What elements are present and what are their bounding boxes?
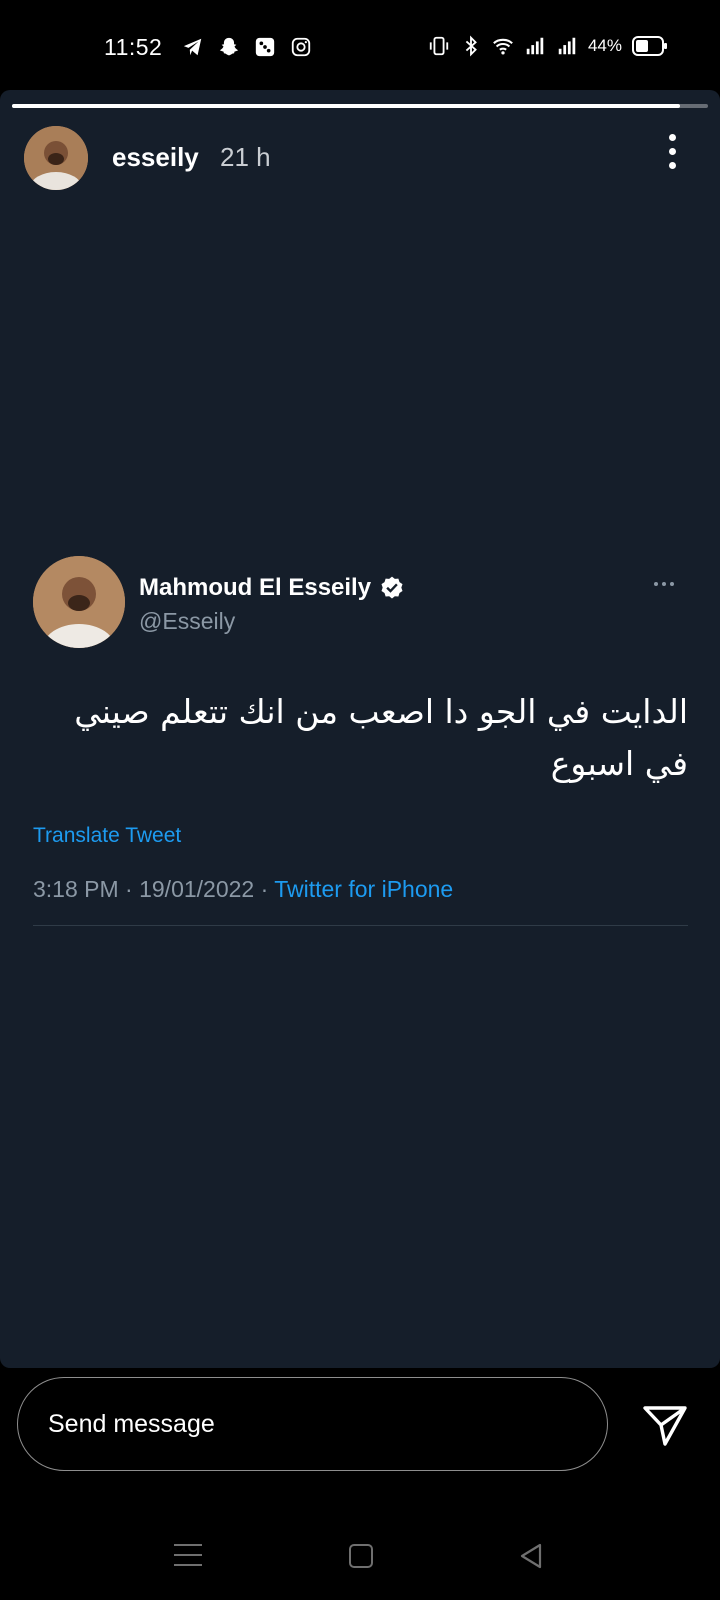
tweet-text: الدايت في الجو دا اصعب من انك تتعلم صيني… (33, 686, 688, 790)
more-options-icon[interactable] (660, 134, 684, 174)
wifi-icon (493, 38, 513, 55)
tweet-source: Twitter for iPhone (274, 876, 454, 902)
tweet-more-icon (654, 582, 674, 586)
story-progress-fill (12, 104, 681, 108)
translate-tweet-link: Translate Tweet (33, 824, 182, 847)
signal-icon (558, 37, 576, 55)
message-placeholder: Send message (48, 1410, 215, 1438)
dice-icon (255, 37, 275, 57)
tweet-text-line: في اسبوع (550, 744, 688, 783)
vibrate-icon (429, 36, 449, 56)
story-username[interactable]: esseily (112, 142, 199, 173)
story-header: esseily 21 h (24, 126, 696, 192)
display-name-text: Mahmoud El Esseily (139, 574, 372, 601)
divider (33, 925, 688, 926)
bluetooth-icon (465, 35, 477, 57)
battery-percent: 44% (587, 36, 622, 55)
home-icon[interactable] (349, 1544, 373, 1568)
battery-icon (632, 36, 667, 56)
tweet-timestamp: 3:18 PM · 19/01/2022 · (33, 876, 275, 902)
navigation-bar (0, 1520, 720, 1600)
story-card[interactable]: esseily 21 h Mahmoud El Esseily @Esseily… (0, 90, 720, 1368)
notification-icons (182, 36, 312, 58)
send-message-input[interactable]: Send message (17, 1377, 608, 1471)
system-icons: 44% (428, 35, 668, 57)
snapchat-icon (219, 37, 239, 56)
send-icon[interactable] (640, 1400, 690, 1450)
tweet-display-name: Mahmoud El Esseily (139, 574, 405, 602)
story-time: 21 h (220, 142, 271, 172)
verified-badge-icon (381, 576, 403, 599)
telegram-icon (183, 38, 202, 56)
profile-photo (24, 126, 88, 190)
tweet-handle: @Esseily (139, 608, 236, 634)
tweet-text-line: الدايت في الجو دا اصعب من انك تتعلم صيني (74, 692, 688, 731)
tweet-meta: 3:18 PM · 19/01/2022 · Twitter for iPhon… (33, 876, 453, 903)
status-time: 11:52 (104, 34, 163, 60)
profile-photo (33, 556, 125, 648)
signal-icon (526, 37, 544, 55)
avatar[interactable] (24, 126, 88, 190)
recent-apps-icon[interactable] (174, 1544, 202, 1568)
back-icon[interactable] (518, 1542, 544, 1570)
story-progress-bar (12, 104, 708, 108)
instagram-icon (291, 37, 311, 57)
screen: 11:52 44% esseily 21 h Mahmoud El Esseil… (0, 0, 720, 1600)
status-bar: 11:52 44% (0, 0, 720, 90)
tweet-avatar (33, 556, 125, 648)
